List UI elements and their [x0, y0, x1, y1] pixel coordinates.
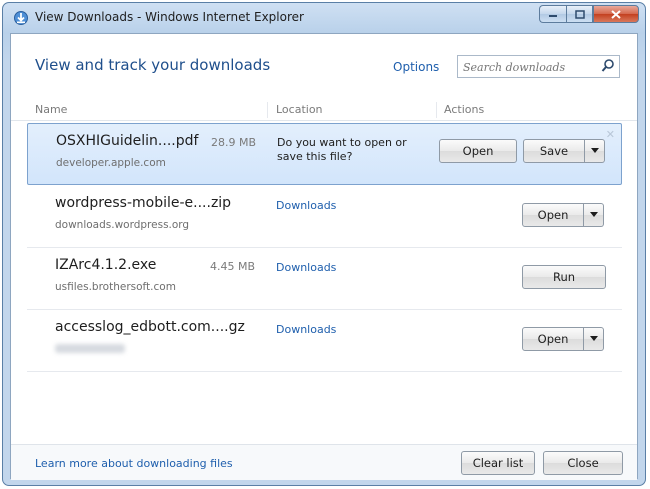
open-save-prompt: Do you want to open or save this file?: [277, 136, 407, 163]
downloads-window: View Downloads - Windows Internet Explor…: [2, 2, 646, 486]
column-actions[interactable]: Actions: [444, 103, 484, 116]
column-divider: [436, 102, 437, 118]
window-title: View Downloads - Windows Internet Explor…: [35, 10, 304, 24]
open-button[interactable]: Open: [439, 139, 517, 163]
ie-downloads-icon: [14, 11, 28, 25]
column-headers: Name Location Actions: [11, 100, 637, 121]
downloads-panel: View and track your downloads Options Na…: [10, 33, 638, 480]
open-button[interactable]: Open: [522, 203, 584, 227]
minimize-button[interactable]: [539, 5, 566, 23]
open-options-button[interactable]: [584, 327, 604, 351]
learn-more-link[interactable]: Learn more about downloading files: [35, 457, 233, 470]
minimize-icon: [549, 15, 557, 17]
chevron-down-icon: [590, 148, 599, 153]
location-link[interactable]: Downloads: [276, 261, 336, 274]
file-name: accesslog_edbott.com....gz: [55, 319, 245, 335]
column-divider: [267, 102, 268, 118]
options-link[interactable]: Options: [393, 60, 439, 74]
chevron-down-icon: [589, 336, 598, 341]
close-button[interactable]: Close: [543, 451, 623, 475]
file-name: OSXHIGuidelin....pdf: [56, 133, 199, 149]
title-bar[interactable]: View Downloads - Windows Internet Explor…: [3, 3, 645, 33]
maximize-button[interactable]: [566, 5, 593, 23]
file-size: 4.45 MB: [210, 260, 256, 273]
chevron-down-icon: [589, 212, 598, 217]
download-row[interactable]: wordpress-mobile-e....zip downloads.word…: [27, 186, 622, 248]
redacted-source: [55, 344, 125, 353]
file-source: usfiles.brothersoft.com: [55, 281, 176, 293]
download-row[interactable]: IZArc4.1.2.exe 4.45 MB usfiles.brotherso…: [27, 248, 622, 310]
maximize-icon: [574, 9, 585, 19]
run-button[interactable]: Run: [522, 265, 606, 289]
save-options-button[interactable]: [585, 139, 605, 163]
file-name: wordpress-mobile-e....zip: [55, 195, 232, 211]
dismiss-icon[interactable]: ✕: [606, 128, 615, 141]
location-link[interactable]: Downloads: [276, 323, 336, 336]
close-window-button[interactable]: [593, 5, 639, 23]
search-icon[interactable]: [600, 58, 616, 74]
file-source: downloads.wordpress.org: [55, 219, 190, 231]
location-link[interactable]: Downloads: [276, 199, 336, 212]
open-options-button[interactable]: [584, 203, 604, 227]
search-box[interactable]: [457, 55, 620, 78]
download-row-selected[interactable]: OSXHIGuidelin....pdf 28.9 MB developer.a…: [27, 123, 622, 185]
column-location[interactable]: Location: [276, 103, 323, 116]
open-button[interactable]: Open: [522, 327, 584, 351]
column-name[interactable]: Name: [35, 103, 67, 116]
clear-list-button[interactable]: Clear list: [461, 451, 535, 475]
file-source: developer.apple.com: [56, 157, 166, 169]
search-input[interactable]: [461, 58, 603, 77]
download-row[interactable]: accesslog_edbott.com....gz Downloads Ope…: [27, 310, 622, 372]
close-icon: [611, 9, 621, 19]
footer: Learn more about downloading files Clear…: [11, 444, 637, 480]
caption-buttons: [539, 5, 639, 25]
save-button[interactable]: Save: [523, 139, 585, 163]
file-size: 28.9 MB: [211, 136, 257, 149]
page-title: View and track your downloads: [35, 56, 271, 74]
file-name: IZArc4.1.2.exe: [55, 257, 157, 273]
